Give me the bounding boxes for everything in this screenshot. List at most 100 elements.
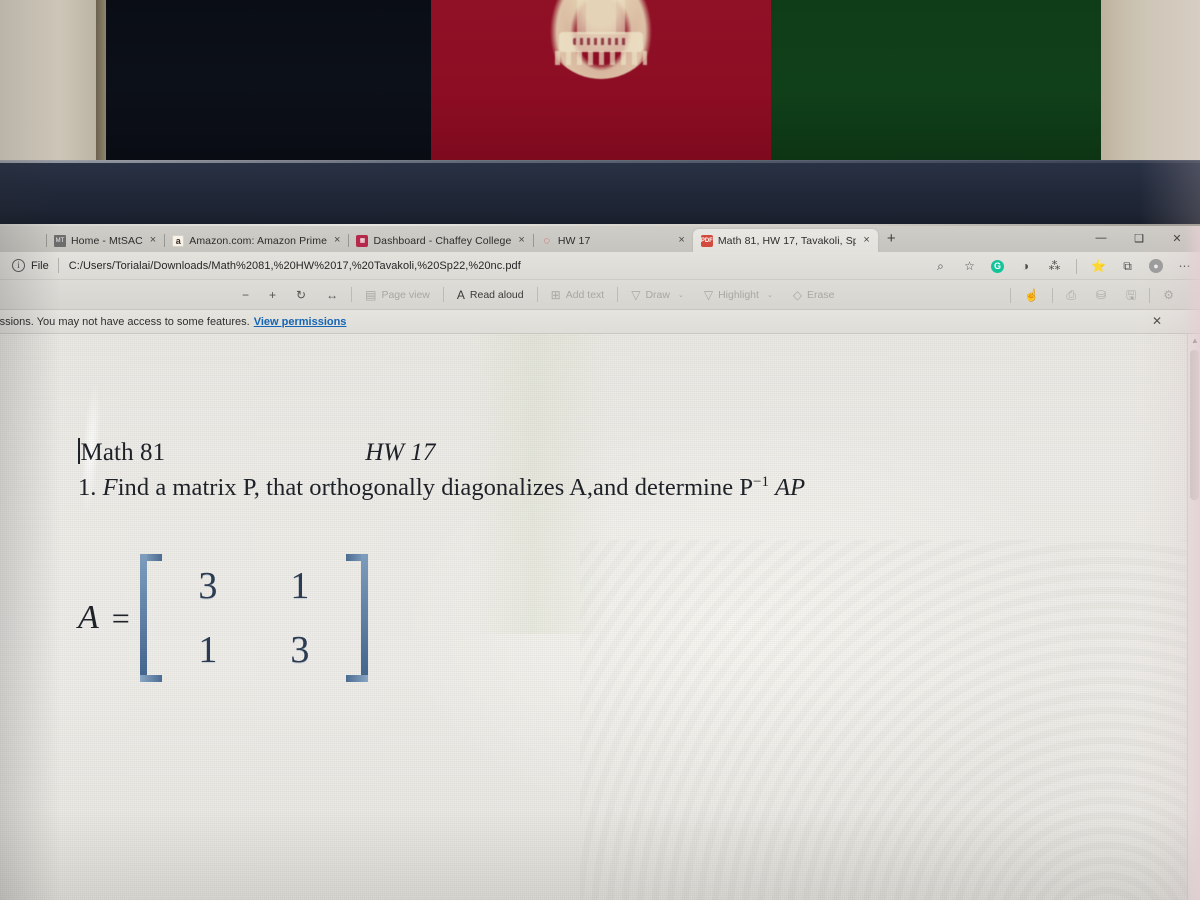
- erase-label: Erase: [807, 288, 835, 301]
- address-bar[interactable]: i File C:/Users/Torialai/Downloads/Math%…: [0, 252, 1200, 280]
- touch-select-button[interactable]: ☝: [1014, 284, 1049, 306]
- flag-band-red: [431, 0, 771, 163]
- favorites-list-icon[interactable]: ⭐: [1091, 260, 1106, 272]
- tab-label: Dashboard - Chaffey College: [373, 234, 512, 247]
- screenshot-root: × MT Home - MtSAC × a Amazon.com: Amazon…: [0, 0, 1200, 900]
- problem-statement: 1. Find a matrix P, that orthogonally di…: [78, 474, 805, 502]
- new-tab-button[interactable]: +: [878, 230, 905, 249]
- hw-icon: ◌: [543, 234, 551, 247]
- grammarly-icon[interactable]: G: [991, 259, 1004, 273]
- add-text-button[interactable]: ⊞ Add text: [541, 284, 615, 306]
- favorite-star-icon[interactable]: ☆: [962, 260, 977, 272]
- tab-math81-hw17-pdf[interactable]: PDF Math 81, HW 17, Tavakoli, Sp2 ×: [692, 229, 878, 252]
- window-minimize-button[interactable]: —: [1082, 227, 1120, 249]
- matrix-label: A: [78, 599, 100, 636]
- problem-tail-expression: AP: [775, 474, 806, 502]
- address-divider: [57, 258, 59, 273]
- matrix-cells: 3 1 1 3: [162, 554, 346, 682]
- toolbar-divider: [1076, 258, 1077, 274]
- bracket-stem: [360, 554, 368, 682]
- rotate-icon: ↻: [296, 287, 307, 302]
- screen-moire: [580, 540, 1200, 900]
- page-view-button[interactable]: ▤ Page view: [355, 284, 440, 306]
- browser-window: × MT Home - MtSAC × a Amazon.com: Amazon…: [0, 226, 1200, 900]
- erase-button[interactable]: ◇ Erase: [783, 284, 845, 306]
- fit-to-width-button[interactable]: ↔: [316, 284, 348, 306]
- zoom-in-button[interactable]: +: [259, 284, 286, 306]
- save-as-button[interactable]: 🖫: [1116, 284, 1146, 306]
- page-view-icon: ▤: [365, 287, 377, 302]
- pdf-icon: PDF: [700, 234, 713, 247]
- document-scrollbar[interactable]: ▲: [1187, 334, 1200, 900]
- rotate-button[interactable]: ↻: [286, 284, 316, 306]
- tab-separator: [532, 234, 534, 247]
- search-icon[interactable]: ⌕: [933, 260, 948, 272]
- tab-close-icon[interactable]: ×: [516, 235, 526, 246]
- tab-close-icon[interactable]: ×: [148, 235, 158, 246]
- tab-close-icon[interactable]: ×: [676, 235, 686, 246]
- save-as-icon: 🖫: [1126, 288, 1137, 302]
- view-permissions-link[interactable]: View permissions: [254, 316, 347, 328]
- zoom-in-icon: +: [269, 287, 277, 302]
- settings-more-icon[interactable]: ⋯: [1177, 260, 1192, 272]
- scroll-up-arrow-icon[interactable]: ▲: [1191, 336, 1199, 345]
- emblem-scroll: [559, 32, 643, 52]
- scrollbar-thumb[interactable]: [1190, 350, 1199, 500]
- pdf-document-viewport[interactable]: Math 81 HW 17 1. Find a matrix P, that o…: [0, 334, 1200, 900]
- permissions-notification-bar: missions. You may not have access to som…: [0, 310, 1200, 334]
- zoom-out-icon: −: [242, 287, 250, 302]
- highlight-button[interactable]: ▽ Highlight ⌄: [694, 284, 783, 306]
- touch-select-icon: ☝: [1024, 288, 1040, 302]
- address-url-text[interactable]: C:/Users/Torialai/Downloads/Math%2081,%2…: [69, 260, 521, 272]
- shield-tracking-icon[interactable]: ◑: [1018, 260, 1033, 272]
- browser-tab-strip: × MT Home - MtSAC × a Amazon.com: Amazon…: [0, 226, 1200, 252]
- draw-chevron-down-icon[interactable]: ⌄: [678, 291, 684, 299]
- highlight-chevron-down-icon[interactable]: ⌄: [767, 291, 773, 299]
- pdf-viewer-toolbar: − + ↻ ↔ ▤ Page view A Read aloud ⊞ Add t…: [0, 280, 1200, 310]
- profile-avatar-icon[interactable]: ●: [1149, 259, 1163, 273]
- emblem-fringe: [555, 51, 647, 65]
- pdf-settings-button[interactable]: ⚙: [1153, 284, 1184, 306]
- collections-icon[interactable]: ⧉: [1120, 260, 1135, 272]
- bezel-highlight: [0, 160, 1200, 163]
- tab-close-icon[interactable]: ×: [861, 235, 871, 246]
- tab-close-icon[interactable]: ×: [332, 235, 342, 246]
- flag-band-black: [96, 0, 431, 163]
- read-aloud-button[interactable]: A Read aloud: [447, 284, 534, 306]
- assignment-title: HW 17: [365, 439, 436, 466]
- tab-label: Home - MtSAC: [71, 234, 143, 247]
- tab-hw-17[interactable]: ◌ HW 17 ×: [532, 229, 693, 252]
- course-title: Math 81: [80, 439, 166, 466]
- draw-button[interactable]: ▽ Draw ⌄: [621, 284, 694, 306]
- emblem-mihrab: [586, 0, 616, 34]
- matrix-bracket-right: [345, 554, 368, 682]
- pen-icon: ▽: [631, 287, 641, 302]
- save-icon: ⛁: [1095, 288, 1106, 302]
- matrix-bracket-left: [139, 554, 162, 682]
- flag-band-green: [771, 0, 1101, 163]
- matrix-equation: A = 3 1 1 3: [78, 554, 368, 682]
- toolbar-divider: [1149, 287, 1151, 303]
- notification-close-icon[interactable]: ✕: [1152, 314, 1162, 328]
- highlight-label: Highlight: [718, 288, 759, 301]
- site-info-icon[interactable]: i: [12, 259, 25, 272]
- print-button[interactable]: ⎙: [1056, 284, 1086, 306]
- tab-amazon-prime[interactable]: a Amazon.com: Amazon Prime ×: [164, 229, 348, 252]
- problem-body-text: ind a matrix P, that orthogonally diagon…: [117, 474, 753, 502]
- matrix-cell-r1c1: 3: [290, 629, 310, 671]
- eraser-icon: ◇: [792, 287, 803, 302]
- zoom-out-button[interactable]: −: [232, 284, 259, 306]
- draw-label: Draw: [645, 288, 670, 301]
- tab-dashboard-chaffey-college[interactable]: ▦ Dashboard - Chaffey College ×: [348, 229, 532, 252]
- extensions-puzzle-icon[interactable]: ⁂: [1047, 260, 1062, 272]
- window-close-button[interactable]: ✕: [1158, 227, 1196, 249]
- add-text-label: Add text: [565, 288, 605, 301]
- bracket-stem: [139, 554, 147, 682]
- window-controls: — ❑ ✕: [1082, 227, 1196, 249]
- window-maximize-button[interactable]: ❑: [1120, 227, 1158, 249]
- wall-right: [1090, 0, 1200, 162]
- problem-exponent: −1: [753, 474, 769, 490]
- save-button[interactable]: ⛁: [1086, 284, 1116, 306]
- tab-home-mtsac[interactable]: MT Home - MtSAC ×: [46, 229, 164, 252]
- page-view-label: Page view: [381, 288, 430, 301]
